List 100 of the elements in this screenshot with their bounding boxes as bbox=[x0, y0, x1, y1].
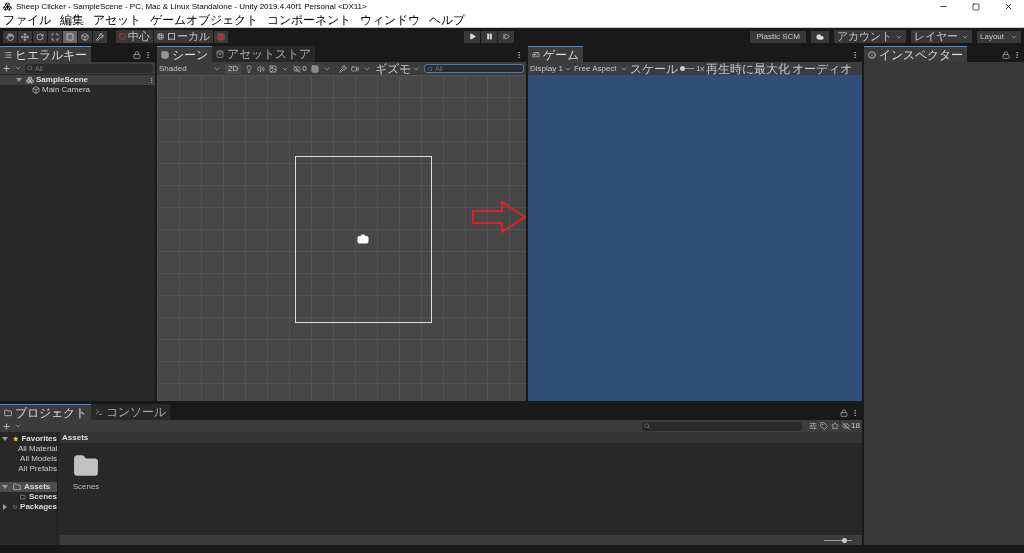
scene-icon bbox=[26, 76, 34, 84]
tree-item[interactable]: All Prefabs bbox=[0, 464, 57, 474]
scene-row[interactable]: SampleScene bbox=[0, 75, 155, 85]
lightbulb-icon[interactable] bbox=[245, 64, 254, 73]
tool-button[interactable] bbox=[63, 30, 77, 43]
tools-icon[interactable] bbox=[339, 64, 347, 73]
camera-icon[interactable] bbox=[351, 64, 359, 73]
snap-button[interactable] bbox=[214, 30, 228, 43]
more-icon[interactable] bbox=[1013, 51, 1021, 59]
more-icon[interactable] bbox=[515, 51, 523, 59]
display-dropdown[interactable]: Display 1 bbox=[530, 64, 572, 73]
layers-dropdown[interactable]: レイヤー bbox=[911, 30, 972, 43]
step-button[interactable] bbox=[498, 30, 515, 43]
plastic-scm-button[interactable]: Plastic SCM bbox=[750, 30, 806, 43]
app-icon bbox=[3, 2, 12, 11]
more-icon[interactable] bbox=[144, 51, 152, 59]
play-button[interactable] bbox=[464, 30, 481, 43]
scale-slider[interactable] bbox=[679, 66, 694, 71]
triangle-icon[interactable] bbox=[2, 436, 8, 442]
panel-tab[interactable]: アセットストア bbox=[212, 46, 315, 62]
lock-icon[interactable] bbox=[133, 51, 141, 59]
label-icon[interactable] bbox=[820, 422, 829, 430]
gizmos-dropdown[interactable]: ギズモ bbox=[375, 62, 420, 75]
shading-dropdown[interactable]: Shaded bbox=[159, 64, 221, 73]
folder-icon bbox=[20, 493, 26, 501]
menu-item[interactable]: ファイル bbox=[3, 14, 51, 26]
menu-item[interactable]: ウィンドウ bbox=[360, 14, 420, 26]
hidden-objects-toggle[interactable]: 0 bbox=[293, 64, 307, 73]
panel-tab[interactable]: インスペクター bbox=[864, 46, 967, 62]
panel-tab[interactable]: シーン bbox=[157, 46, 212, 62]
search-field[interactable] bbox=[642, 421, 803, 431]
breadcrumb[interactable]: Assets bbox=[62, 433, 89, 442]
scale-value: 1x bbox=[695, 64, 705, 73]
more-icon[interactable] bbox=[851, 409, 859, 417]
caret-icon bbox=[14, 422, 22, 430]
close-icon[interactable] bbox=[1004, 2, 1013, 11]
maximize-icon[interactable] bbox=[972, 2, 980, 11]
space-button[interactable]: ローカル bbox=[154, 30, 213, 43]
menu-item[interactable]: コンポーネント bbox=[267, 14, 351, 26]
asset-item[interactable]: Scenes bbox=[72, 453, 100, 535]
tool-button[interactable] bbox=[33, 30, 47, 43]
folder-icon bbox=[73, 453, 99, 479]
tool-button[interactable] bbox=[3, 30, 17, 43]
cube-icon bbox=[32, 86, 40, 94]
pause-button[interactable] bbox=[481, 30, 498, 43]
panel-tab[interactable]: コンソール bbox=[91, 404, 170, 420]
tool-button[interactable] bbox=[93, 30, 107, 43]
tree-item[interactable]: Packages bbox=[0, 502, 57, 512]
scale-label: スケール bbox=[629, 62, 678, 75]
play-icon bbox=[468, 33, 476, 40]
panel-tab[interactable]: ゲーム bbox=[528, 46, 583, 62]
cloud-button[interactable] bbox=[811, 30, 829, 43]
filter-icon[interactable] bbox=[809, 422, 818, 430]
panel-tab[interactable]: プロジェクト bbox=[0, 404, 91, 420]
add-icon[interactable] bbox=[2, 421, 11, 431]
maximize-toggle[interactable]: 再生時に最大化 bbox=[706, 62, 791, 75]
slider-thumb[interactable] bbox=[679, 66, 685, 71]
tree-item[interactable]: All Models bbox=[0, 454, 57, 464]
cloud-icon bbox=[816, 32, 824, 41]
tool-button[interactable] bbox=[78, 30, 92, 43]
add-icon[interactable] bbox=[2, 63, 11, 73]
menu-item[interactable]: ゲームオブジェクト bbox=[150, 14, 258, 26]
menu-item[interactable]: ヘルプ bbox=[429, 14, 465, 26]
star-icon bbox=[13, 435, 19, 443]
star-icon[interactable] bbox=[831, 422, 840, 430]
tree-item[interactable]: Assets bbox=[0, 482, 57, 492]
image-icon[interactable] bbox=[269, 64, 278, 73]
tree-item[interactable]: Favorites bbox=[0, 434, 57, 444]
triangle-icon[interactable] bbox=[2, 484, 8, 490]
lock-icon[interactable] bbox=[1002, 51, 1010, 59]
tool-button[interactable] bbox=[48, 30, 62, 43]
triangle-icon[interactable] bbox=[2, 504, 8, 510]
step-icon bbox=[502, 33, 510, 40]
menu-item[interactable]: 編集 bbox=[60, 14, 84, 26]
lock-icon[interactable] bbox=[840, 409, 848, 417]
more-icon[interactable] bbox=[851, 51, 859, 59]
account-dropdown[interactable]: アカウント bbox=[834, 30, 906, 43]
hidden-eye-icon bbox=[842, 422, 851, 430]
window-title: Sheep Clicker - SampleScene - PC, Mac & Linux Standalone - Unity 2019.4.40f1 Personal <DX11> bbox=[16, 2, 367, 11]
layout-dropdown[interactable]: Layout bbox=[977, 30, 1021, 43]
slider-thumb[interactable] bbox=[842, 537, 848, 543]
camera-icon bbox=[357, 233, 369, 245]
tool-button[interactable] bbox=[18, 30, 32, 43]
panel-tab[interactable]: ヒエラルキー bbox=[0, 46, 91, 62]
aspect-dropdown[interactable]: Free Aspect bbox=[573, 64, 628, 73]
arrow-annotation bbox=[472, 201, 526, 233]
audio-toggle[interactable]: オーディオ bbox=[792, 62, 853, 75]
folder-icon bbox=[13, 503, 18, 511]
hierarchy-item[interactable]: Main Camera bbox=[42, 84, 90, 96]
tree-item[interactable]: Scenes bbox=[0, 492, 57, 502]
folder-icon bbox=[13, 483, 21, 491]
triangle-icon[interactable] bbox=[16, 77, 22, 83]
speaker-icon[interactable] bbox=[257, 64, 266, 73]
2d-toggle[interactable]: 2D bbox=[225, 63, 242, 74]
tree-item[interactable]: All Material bbox=[0, 444, 57, 454]
hidden-packages-toggle[interactable]: 18 bbox=[842, 422, 860, 430]
pivot-button[interactable]: 中心 bbox=[116, 30, 153, 43]
menu-item[interactable]: アセット bbox=[93, 14, 141, 26]
scene-name: SampleScene bbox=[36, 74, 89, 86]
caret-icon bbox=[14, 64, 22, 72]
